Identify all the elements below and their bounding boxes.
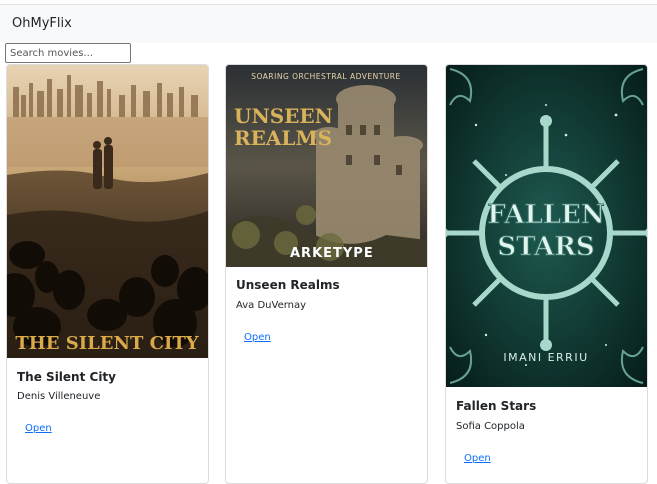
movie-card: THE SILENT CITY The Silent City Denis Vi… (6, 64, 209, 484)
poster-title-line2: STARS (497, 232, 594, 262)
poster-title-text: THE SILENT CITY (15, 333, 199, 354)
movie-director: Sofia Coppola (456, 421, 525, 432)
movie-title: The Silent City (17, 370, 116, 384)
open-link[interactable]: Open (25, 423, 52, 434)
movie-poster[interactable]: THE SILENT CITY (7, 65, 208, 358)
movie-poster[interactable]: FALLEN STARS IMANI ERRIU (446, 65, 647, 387)
movie-poster[interactable]: SOARING ORCHESTRAL ADVENTURE UNSEEN REAL… (226, 65, 427, 267)
poster-title-line1: UNSEEN (234, 104, 333, 128)
poster-title-line2: REALMS (234, 126, 332, 150)
poster-tagline: SOARING ORCHESTRAL ADVENTURE (251, 72, 400, 81)
movie-director: Ava DuVernay (236, 300, 307, 311)
movie-card: SOARING ORCHESTRAL ADVENTURE UNSEEN REAL… (225, 64, 428, 484)
movie-title: Fallen Stars (456, 399, 537, 413)
open-link[interactable]: Open (464, 453, 491, 464)
search-input[interactable] (5, 43, 131, 63)
poster-credit: IMANI ERRIU (503, 351, 588, 364)
navbar: OhMyFlix (0, 5, 657, 43)
open-link[interactable]: Open (244, 332, 271, 343)
movie-title: Unseen Realms (236, 278, 340, 292)
movie-director: Denis Villeneuve (17, 391, 101, 402)
poster-title-line1: FALLEN (487, 200, 604, 230)
poster-credit: ARKETYPE (290, 246, 374, 261)
brand-title[interactable]: OhMyFlix (12, 16, 72, 31)
movie-card: FALLEN STARS IMANI ERRIU Fallen Stars So… (445, 64, 648, 484)
